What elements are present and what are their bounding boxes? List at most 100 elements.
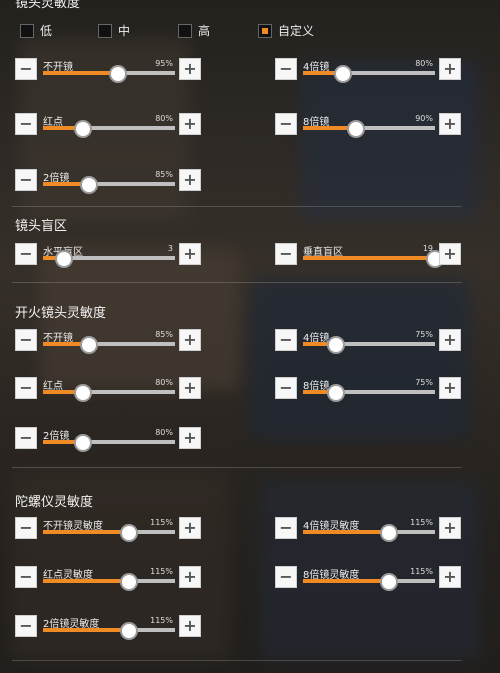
slider-thumb[interactable] <box>80 176 99 194</box>
decrease-button[interactable]: − <box>275 566 297 588</box>
decrease-button[interactable]: − <box>15 427 37 449</box>
slider-track[interactable] <box>43 573 175 591</box>
slider-cam-8x: −8倍镜 90% + <box>275 113 475 138</box>
increase-button[interactable]: + <box>179 377 201 399</box>
slider-value: 3 <box>167 244 173 253</box>
decrease-button[interactable]: − <box>275 243 297 265</box>
slider-cam-red-dot: − 红点 80% + <box>15 113 215 138</box>
preset-label: 中 <box>118 24 131 38</box>
preset-low[interactable]: 低 <box>20 22 52 39</box>
slider-track[interactable] <box>303 573 435 591</box>
slider-thumb[interactable] <box>119 622 138 640</box>
slider-gyro-red-dot: − 红点灵敏度 115% + <box>15 566 215 591</box>
slider-track[interactable] <box>303 250 444 268</box>
slider-gyro-4x: −4倍镜灵敏度 115% + <box>275 517 475 542</box>
slider-gyro-no-scope: − 不开镜灵敏度 115% + <box>15 517 215 542</box>
slider-value: 75% <box>415 330 433 339</box>
slider-fill <box>43 71 119 75</box>
preset-label: 低 <box>40 24 53 38</box>
increase-button[interactable]: + <box>179 58 201 80</box>
slider-cam-2x: −2倍镜 85% + <box>15 169 215 194</box>
slider-thumb[interactable] <box>55 250 74 268</box>
decrease-button[interactable]: − <box>275 58 297 80</box>
slider-fire-4x: −4倍镜 75% + <box>275 329 475 354</box>
slider-thumb[interactable] <box>379 524 398 542</box>
decrease-button[interactable]: − <box>15 113 37 135</box>
slider-thumb[interactable] <box>346 120 365 138</box>
slider-deadzone-horizontal: −水平盲区3+ <box>15 243 215 268</box>
decrease-button[interactable]: − <box>275 113 297 135</box>
decrease-button[interactable]: − <box>15 377 37 399</box>
decrease-button[interactable]: − <box>275 377 297 399</box>
section-title-camera-sensitivity: 镜头灵敏度 <box>15 0 81 11</box>
increase-button[interactable]: + <box>179 517 201 539</box>
increase-button[interactable]: + <box>179 113 201 135</box>
increase-button[interactable]: + <box>179 329 201 351</box>
preset-medium[interactable]: 中 <box>98 22 130 39</box>
increase-button[interactable]: + <box>439 377 461 399</box>
slider-fill <box>303 530 389 534</box>
slider-thumb[interactable] <box>379 573 398 591</box>
increase-button[interactable]: + <box>439 329 461 351</box>
slider-thumb[interactable] <box>119 524 138 542</box>
slider-track[interactable] <box>303 336 435 354</box>
slider-track[interactable] <box>43 120 175 138</box>
slider-track[interactable] <box>43 524 175 542</box>
decrease-button[interactable]: − <box>15 566 37 588</box>
slider-value: 85% <box>155 330 173 339</box>
slider-cam-no-scope: − 不开镜 95% + <box>15 58 215 83</box>
slider-thumb[interactable] <box>333 65 352 83</box>
slider-fill <box>43 579 129 583</box>
slider-track[interactable] <box>303 384 435 402</box>
slider-track[interactable] <box>43 384 175 402</box>
decrease-button[interactable]: − <box>275 329 297 351</box>
slider-thumb[interactable] <box>109 65 128 83</box>
slider-thumb[interactable] <box>327 336 345 354</box>
increase-button[interactable]: + <box>179 427 201 449</box>
section-divider <box>12 660 462 661</box>
slider-deadzone-vertical: − 垂直盲区 19 + <box>275 243 475 268</box>
decrease-button[interactable]: − <box>15 58 37 80</box>
slider-track[interactable] <box>43 65 175 83</box>
slider-track[interactable] <box>43 434 175 452</box>
preset-custom[interactable]: 自定义 <box>258 22 314 39</box>
increase-button[interactable]: + <box>179 566 201 588</box>
increase-button[interactable]: + <box>439 113 461 135</box>
slider-track[interactable] <box>43 176 175 194</box>
slider-track[interactable] <box>43 622 175 640</box>
slider-thumb[interactable] <box>80 336 99 354</box>
increase-button[interactable]: + <box>179 243 201 265</box>
slider-track[interactable] <box>43 250 175 268</box>
slider-value: 115% <box>150 567 173 576</box>
preset-high[interactable]: 高 <box>178 22 210 39</box>
slider-thumb[interactable] <box>327 384 345 402</box>
increase-button[interactable]: + <box>439 243 461 265</box>
slider-track[interactable] <box>303 120 435 138</box>
slider-fill <box>303 256 435 260</box>
section-divider <box>12 206 462 207</box>
increase-button[interactable]: + <box>439 517 461 539</box>
decrease-button[interactable]: − <box>275 517 297 539</box>
decrease-button[interactable]: − <box>15 169 37 191</box>
slider-thumb[interactable] <box>119 573 138 591</box>
increase-button[interactable]: + <box>439 58 461 80</box>
slider-track[interactable] <box>43 336 175 354</box>
decrease-button[interactable]: − <box>15 329 37 351</box>
slider-thumb[interactable] <box>73 384 92 402</box>
decrease-button[interactable]: − <box>15 615 37 637</box>
slider-thumb[interactable] <box>73 434 92 452</box>
slider-track[interactable] <box>303 65 435 83</box>
increase-button[interactable]: + <box>179 615 201 637</box>
section-title-fire-sensitivity: 开火镜头灵敏度 <box>15 306 107 321</box>
decrease-button[interactable]: − <box>15 517 37 539</box>
increase-button[interactable]: + <box>179 169 201 191</box>
slider-fire-2x: −2倍镜 80% + <box>15 427 215 452</box>
slider-cam-4x: −4倍镜 80% + <box>275 58 475 83</box>
slider-track[interactable] <box>303 524 435 542</box>
slider-gyro-8x: −8倍镜灵敏度 115% + <box>275 566 475 591</box>
increase-button[interactable]: + <box>439 566 461 588</box>
slider-thumb[interactable] <box>73 120 92 138</box>
decrease-button[interactable]: − <box>15 243 37 265</box>
slider-value: 115% <box>410 518 433 527</box>
slider-fill <box>303 579 389 583</box>
